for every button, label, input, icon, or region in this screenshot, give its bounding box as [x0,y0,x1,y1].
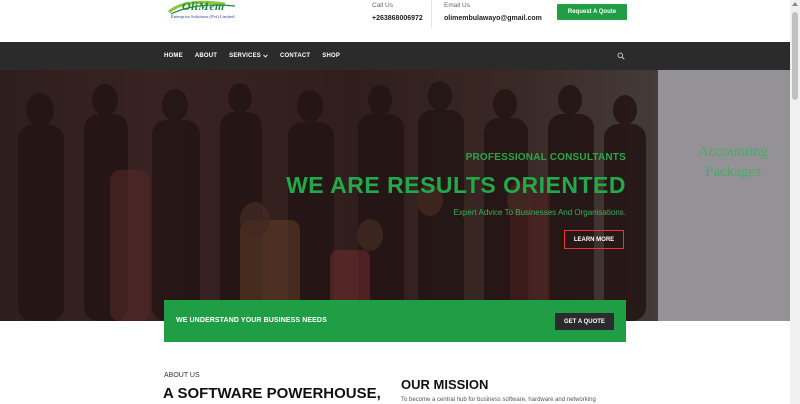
logo-subtext: Enterprise Solutions (Pvt) Limited [171,14,235,19]
logo[interactable]: OliMem Enterprise Solutions (Pvt) Limite… [165,0,245,28]
board-text: Accounting Packages [698,144,768,180]
email-address[interactable]: olimembulawayo@gmail.com [444,15,542,22]
hero-description: Expert Advice To Businesses And Organisa… [453,208,626,217]
learn-more-button[interactable]: LEARN MORE [564,230,624,249]
email-us-block: Email Us olimembulawayo@gmail.com [444,2,542,22]
header-divider [431,0,432,28]
request-quote-button[interactable]: Request A Qoute [557,4,627,20]
nav-item-contact[interactable]: CONTACT [280,53,310,59]
email-us-label: Email Us [444,2,471,9]
nav-list: HOME ABOUT SERVICES CONTACT SHOP [164,42,340,70]
call-us-label: Call Us [372,2,393,9]
nav-item-services-label: SERVICES [229,53,261,59]
get-quote-button[interactable]: GET A QUOTE [555,313,614,330]
search-icon[interactable] [617,52,625,60]
top-header: OliMem Enterprise Solutions (Pvt) Limite… [0,0,790,42]
about-title: A SOFTWARE POWERHOUSE, [163,385,381,402]
nav-item-shop[interactable]: SHOP [322,53,340,59]
logo-text: OliMem [182,0,225,13]
call-us-block: Call Us +263868006972 [372,2,423,22]
scroll-up-icon[interactable] [792,2,798,6]
cta-band-text: WE UNDERSTAND YOUR BUSINESS NEEDS [176,317,327,324]
page-scrollbar[interactable] [790,0,800,404]
hero-banner: Accounting Packages PROFESSIONAL CONSULT… [0,70,790,321]
mission-title: OUR MISSION [401,377,489,392]
hero-title: WE ARE RESULTS ORIENTED [286,172,626,198]
hero-subtitle: PROFESSIONAL CONSULTANTS [465,152,626,163]
scroll-thumb[interactable] [792,12,798,100]
about-kicker: ABOUT US [164,372,200,379]
nav-item-about[interactable]: ABOUT [195,53,217,59]
chevron-down-icon [263,54,268,58]
nav-item-home[interactable]: HOME [164,53,183,59]
mission-text: To become a central hub for business sof… [401,397,596,403]
nav-item-services[interactable]: SERVICES [229,53,268,59]
main-nav: HOME ABOUT SERVICES CONTACT SHOP [0,42,790,70]
phone-number[interactable]: +263868006972 [372,15,423,22]
cta-band: WE UNDERSTAND YOUR BUSINESS NEEDS GET A … [164,300,626,342]
